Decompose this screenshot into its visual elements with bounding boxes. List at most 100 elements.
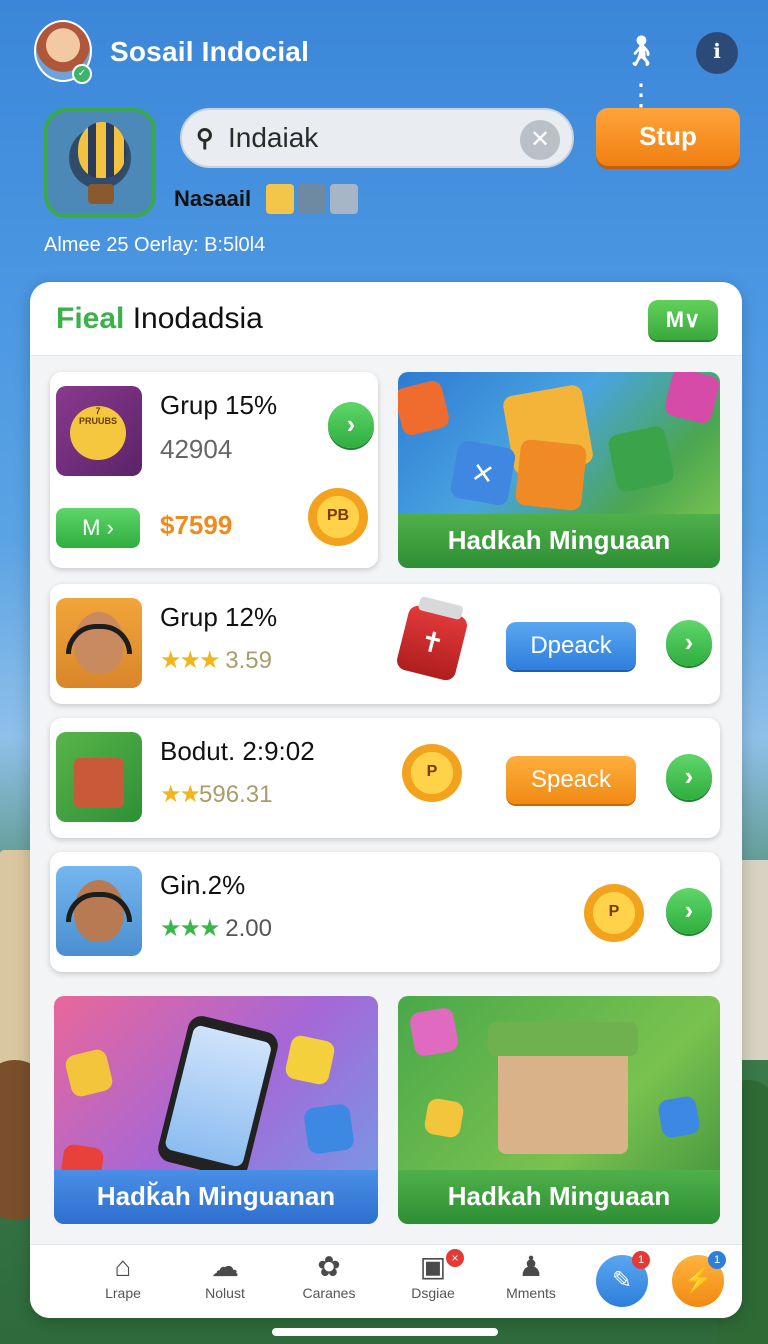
featured-title: Grup 15% — [160, 390, 278, 420]
promo-bottom-left-label: Hadk̆ah Minguanan — [54, 1170, 378, 1224]
bottom-nav: ⌂ Lrape ☁ Nolust ✿ Caranes ▣ × Dsgiae ♟ … — [30, 1244, 742, 1318]
promo-top-label: Hadkah Minguaan — [398, 514, 720, 568]
tile-icon — [408, 1006, 460, 1058]
rating-value: 2.00 — [218, 915, 272, 942]
user-badges — [266, 184, 358, 214]
promo-banner-top[interactable]: × Hadkah Minguaan — [398, 372, 720, 568]
nav-badge: × — [446, 1249, 464, 1267]
coin-icon: P — [402, 744, 462, 802]
nav-item-nolust[interactable]: ☁ Nolust — [180, 1249, 270, 1315]
setup-button[interactable]: Stup — [596, 108, 740, 166]
main-panel: Fieal Inodadsia M∨ 7 PRUUBS Grup 15% 4290… — [30, 282, 742, 1318]
rating: ★★★ 2.00 — [160, 914, 272, 943]
building-thumbnail — [56, 732, 142, 822]
speack-button[interactable]: Speack — [506, 756, 636, 804]
image-icon: ▣ — [419, 1251, 447, 1282]
house-icon — [74, 758, 124, 808]
dpeack-button[interactable]: Dpeack — [506, 622, 636, 670]
top-header: ✓ Sosail Indocial 🚶︎⋮ ℹ — [0, 0, 768, 112]
seven-badge-number: 7 — [95, 406, 101, 416]
rating-value: 596.31 — [199, 781, 273, 808]
clear-search-icon[interactable]: ✕ — [520, 120, 560, 160]
lightning-icon: ⚡ — [683, 1267, 713, 1294]
house-icon — [488, 1022, 638, 1154]
featured-mini-button[interactable]: M › — [56, 508, 140, 548]
nav-label: Caranes — [302, 1285, 356, 1301]
tile-icon — [423, 1097, 465, 1139]
player-thumbnail — [56, 866, 142, 956]
rating: ★★596.31 — [160, 780, 272, 809]
search-icon: ⚲ — [196, 124, 214, 152]
panel-title: Fieal Inodadsia — [56, 302, 263, 336]
friend-avatar[interactable] — [298, 184, 326, 214]
row-arrow-button[interactable]: › — [666, 754, 712, 800]
tile-icon — [398, 378, 452, 438]
featured-price: $7599 — [160, 510, 233, 540]
balloon-basket — [88, 184, 114, 204]
tile-icon — [606, 424, 676, 494]
nav-item-mments[interactable]: ♟ Mments — [486, 1249, 576, 1315]
featured-arrow-button[interactable]: › — [328, 402, 374, 448]
star-icons: ★★ — [160, 781, 201, 808]
fab-badge: 1 — [708, 1251, 726, 1269]
featured-card[interactable]: 7 PRUUBS Grup 15% 42904 › M › $7599 PB — [50, 372, 378, 568]
star-icons: ★★★ — [160, 647, 221, 674]
row-arrow-button[interactable]: › — [666, 888, 712, 934]
user-name: Nasaail — [174, 186, 252, 211]
tile-icon — [514, 438, 588, 512]
badge-icon — [266, 184, 294, 214]
tile-icon — [283, 1033, 337, 1087]
nav-label: Dsgiae — [411, 1285, 455, 1301]
rating: ★★★ 3.59 — [160, 646, 272, 675]
nav-item-dsgiae[interactable]: ▣ × Dsgiae — [388, 1249, 478, 1315]
seven-badge-sub: PRUUBS — [78, 416, 117, 426]
potion-icon: ✝ — [394, 603, 470, 683]
nav-label: Mments — [506, 1285, 556, 1301]
search-bar[interactable]: ⚲ ✕ — [180, 108, 574, 168]
seven-badge-icon: 7 PRUUBS — [70, 406, 126, 460]
list-item-title: Grup 12% — [160, 602, 278, 632]
tile-icon — [662, 372, 720, 426]
list-item[interactable]: Bodut. 2:9:02 ★★596.31 P Speack › — [50, 718, 720, 838]
tile-icon — [303, 1103, 355, 1155]
game-icon-balloon[interactable] — [44, 108, 156, 218]
list-item[interactable]: Grup 12% ★★★ 3.59 ✝ Dpeack › — [50, 584, 720, 704]
more-dropdown-button[interactable]: M∨ — [648, 300, 718, 340]
panel-title-accent: Fieal — [56, 302, 125, 335]
pencil-icon: ✎ — [611, 1267, 633, 1294]
balloon-icon — [78, 122, 126, 178]
nav-label: Nolust — [205, 1285, 245, 1301]
panel-title-rest: Inodadsia — [124, 302, 263, 335]
nav-label: Lrape — [105, 1285, 141, 1301]
featured-sub: 42904 — [160, 434, 233, 464]
friend-avatar[interactable] — [330, 184, 358, 214]
cloud-icon: ☁ — [211, 1251, 239, 1282]
list-item-title: Gin.2% — [160, 870, 246, 900]
pinwheel-icon: ✿ — [317, 1251, 341, 1282]
avatar-verified-badge: ✓ — [72, 64, 92, 84]
nav-item-caranes[interactable]: ✿ Caranes — [284, 1249, 374, 1315]
nav-item-home[interactable]: ⌂ Lrape — [78, 1249, 168, 1315]
rating-value: 3.59 — [218, 647, 272, 674]
tile-icon — [63, 1047, 115, 1099]
star-icons: ★★★ — [160, 915, 221, 942]
list-item[interactable]: Gin.2% ★★★ 2.00 P › — [50, 852, 720, 972]
lightning-fab-button[interactable]: ⚡ 1 — [672, 1251, 726, 1307]
promo-banner-bottom-left[interactable]: Hadk̆ah Minguanan — [54, 996, 378, 1224]
list-item-title: Bodut. 2:9:02 — [160, 736, 315, 766]
promo-banner-bottom-right[interactable]: Hadkah Minguaan — [398, 996, 720, 1224]
info-icon[interactable]: ℹ — [696, 32, 738, 74]
home-icon: ⌂ — [114, 1251, 132, 1282]
home-indicator[interactable] — [272, 1328, 498, 1336]
promo-bottom-right-label: Hadkah Minguaan — [398, 1170, 720, 1224]
featured-thumbnail: 7 PRUUBS — [56, 386, 142, 476]
row-arrow-button[interactable]: › — [666, 620, 712, 666]
coin-icon: PB — [308, 488, 368, 546]
pencil-fab-button[interactable]: ✎ 1 — [596, 1251, 650, 1307]
tile-plus-icon: × — [449, 439, 517, 507]
search-input[interactable] — [228, 122, 518, 154]
tile-icon — [656, 1094, 702, 1140]
people-icon: ♟ — [518, 1251, 544, 1282]
panel-header: Fieal Inodadsia M∨ — [30, 282, 742, 356]
walk-icon[interactable]: 🚶︎⋮ — [612, 30, 670, 112]
